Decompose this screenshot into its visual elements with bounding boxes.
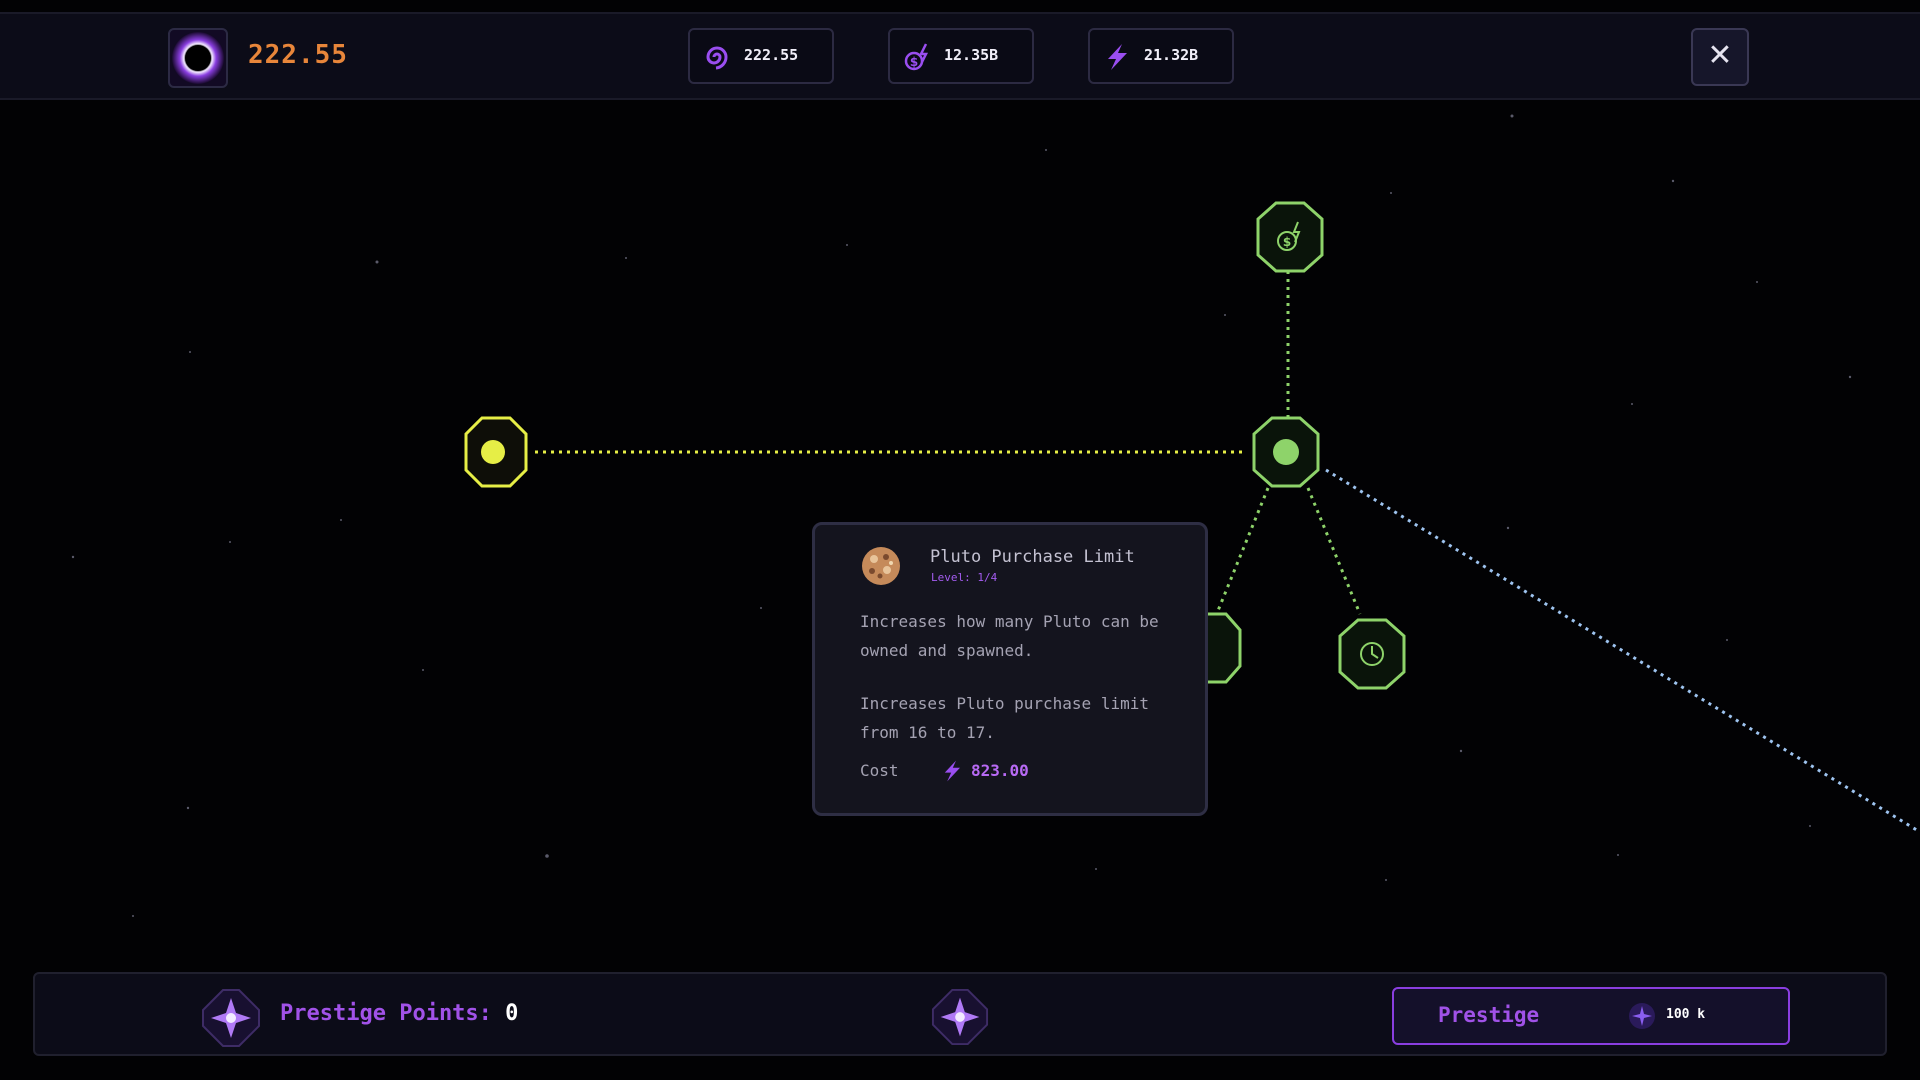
- bottom-bar: Prestige Points: 0 Prestige 100 k: [33, 972, 1887, 1056]
- svg-text:$: $: [910, 55, 918, 69]
- currency-pill-energy: 21.32B: [1088, 28, 1234, 84]
- currency-energy-value: 21.32B: [1144, 46, 1199, 64]
- prestige-points-text: Prestige Points:: [280, 1001, 492, 1026]
- close-icon: ✕: [1707, 38, 1733, 73]
- tooltip-cost-label: Cost: [860, 761, 899, 780]
- prestige-button[interactable]: Prestige 100 k: [1392, 987, 1790, 1045]
- black-hole-icon: [1629, 1003, 1655, 1029]
- prestige-points-label: Prestige Points: 0: [280, 1001, 518, 1026]
- tooltip-title: Pluto Purchase Limit: [930, 547, 1135, 567]
- currency-money-value: 12.35B: [944, 46, 999, 64]
- upgrade-tooltip: Pluto Purchase Limit Level: 1/4 Increase…: [812, 522, 1208, 816]
- lightning-bolt-icon: [1108, 44, 1127, 70]
- black-hole-icon: [168, 28, 228, 88]
- skill-node-central[interactable]: [1252, 416, 1320, 488]
- lightning-bolt-icon: [944, 760, 960, 782]
- prestige-button-label: Prestige: [1438, 1003, 1540, 1027]
- tooltip-level: Level: 1/4: [931, 571, 998, 584]
- prestige-star-icon: [202, 989, 260, 1047]
- prestige-points-value: 0: [505, 1001, 519, 1026]
- svg-text:$: $: [1283, 235, 1291, 249]
- currency-pill-galaxy: 222.55: [688, 28, 834, 84]
- tooltip-effect: Increases Pluto purchase limit from 16 t…: [860, 694, 1149, 742]
- top-bar: 222.55 222.55 $ 12.35B 21.32B ✕: [0, 12, 1920, 100]
- skill-node-clock[interactable]: [1338, 618, 1406, 690]
- main-currency-value: 222.55: [248, 40, 348, 70]
- currency-galaxy-value: 222.55: [744, 46, 799, 64]
- connector-lower-left: [1213, 487, 1270, 619]
- close-button[interactable]: ✕: [1691, 28, 1749, 86]
- spiral-galaxy-icon: [706, 46, 728, 70]
- skill-node-money[interactable]: $: [1256, 201, 1324, 273]
- connector-lower-right: [1306, 487, 1362, 615]
- tooltip-description: Increases how many Pluto can be owned an…: [860, 612, 1159, 660]
- pluto-planet-icon: [862, 547, 900, 585]
- connector-long: [1325, 468, 1920, 834]
- prestige-cost-value: 100 k: [1666, 1007, 1706, 1022]
- skill-node-yellow[interactable]: [464, 416, 528, 488]
- money-sparkle-icon: $: [904, 43, 929, 71]
- tooltip-cost-value: 823.00: [971, 761, 1029, 780]
- currency-pill-money: $ 12.35B: [888, 28, 1034, 84]
- prestige-star-icon[interactable]: [931, 988, 989, 1046]
